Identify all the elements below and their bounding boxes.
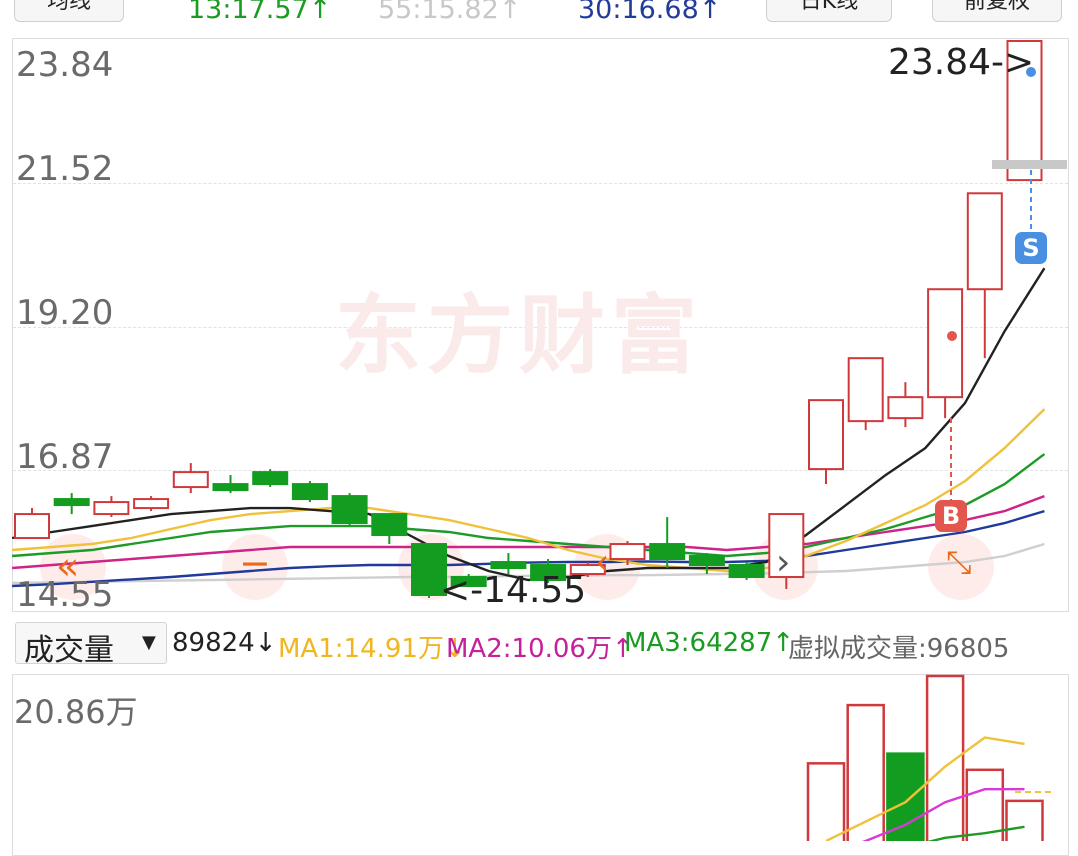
volume-bar [1005,799,1044,841]
volume-chart [806,674,1052,841]
volume-max-label: 20.86万 [14,693,138,731]
volume-bar [806,762,846,841]
volume-bar [886,752,925,841]
